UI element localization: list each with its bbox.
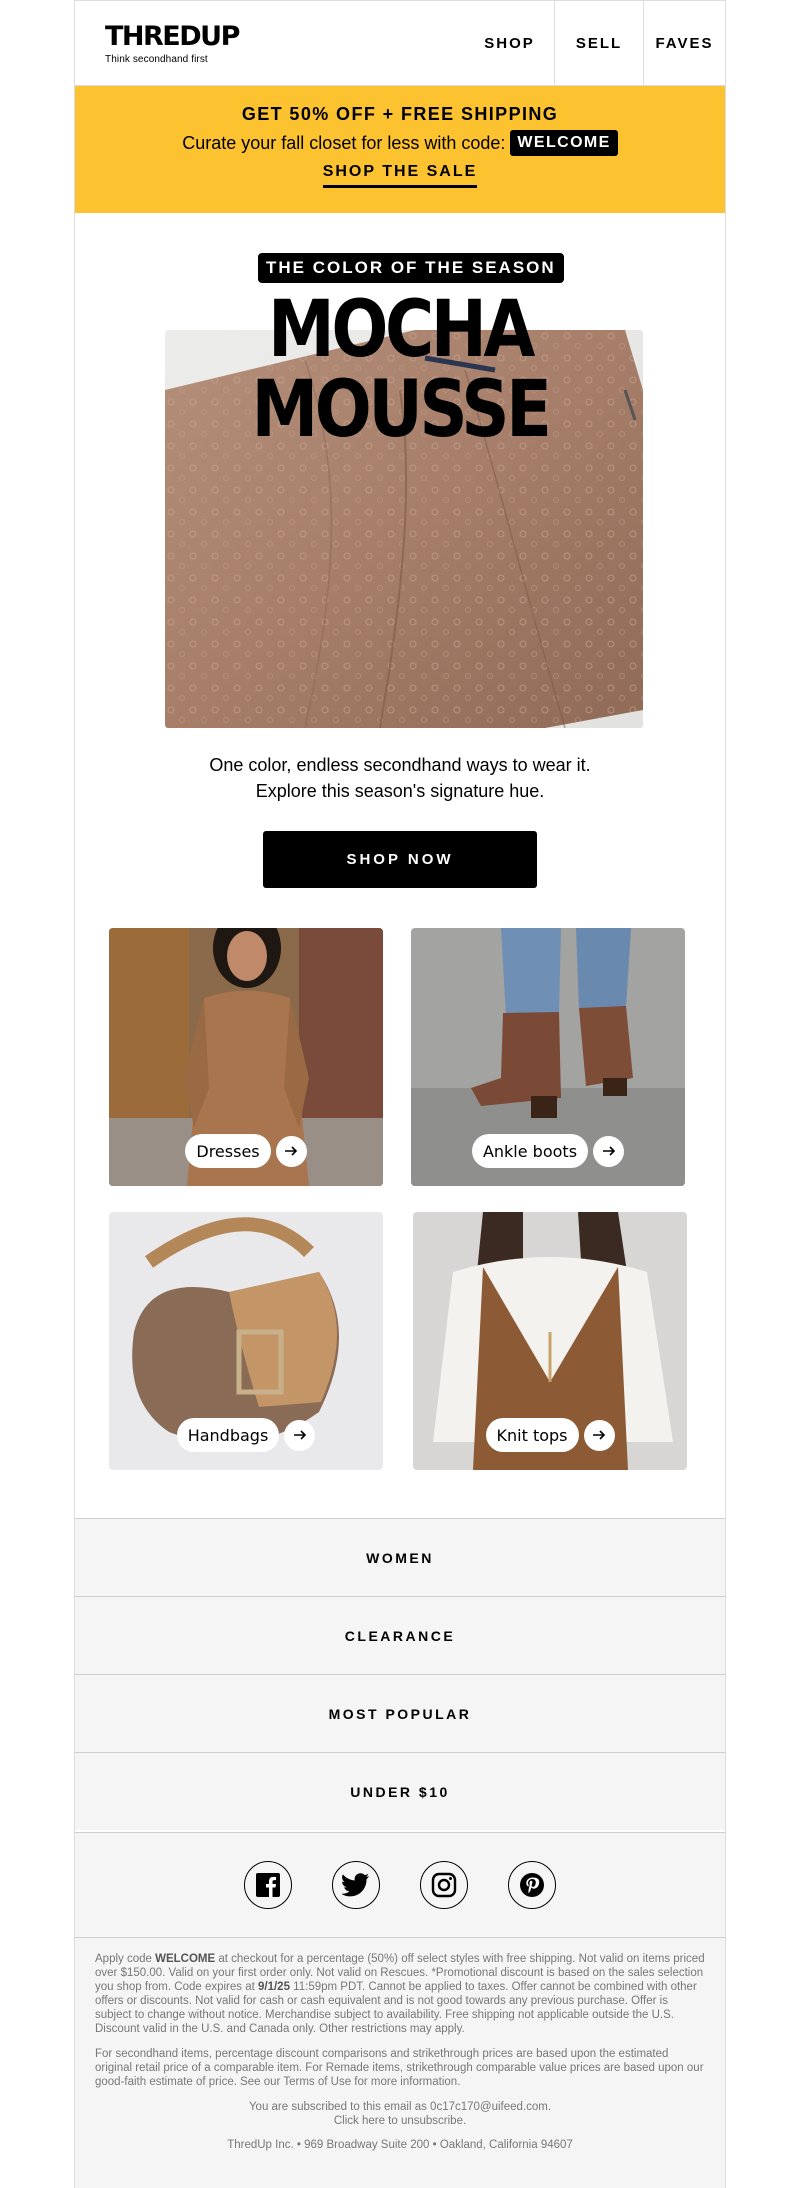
promo-headline: GET 50% OFF + FREE SHIPPING [241, 104, 559, 124]
terms-code: WELCOME [155, 1953, 216, 1965]
social-links [75, 1832, 725, 1938]
nav-faves-link[interactable]: FAVES [643, 1, 725, 85]
category-link-women[interactable]: WOMEN [75, 1518, 725, 1596]
tile-dresses-label: Dresses [185, 1134, 271, 1168]
pinterest-icon[interactable] [508, 1861, 556, 1909]
arrow-right-icon[interactable] [284, 1419, 316, 1451]
logo-wordmark: THREDUP [105, 21, 240, 52]
pricing-terms: For secondhand items, percentage discoun… [95, 2048, 704, 2088]
thredup-logo[interactable]: THREDUP Think secondhand first [105, 21, 240, 66]
shop-now-button[interactable]: SHOP NOW [263, 831, 537, 888]
legal-footer: Apply code WELCOME at checkout for a per… [75, 1938, 725, 2188]
tile-handbags-chip: Handbags [109, 1418, 383, 1452]
category-link-most-popular[interactable]: MOST POPULAR [75, 1674, 725, 1752]
tile-ankle-boots[interactable]: Ankle boots [411, 928, 685, 1186]
tile-dresses-chip: Dresses [109, 1134, 383, 1168]
subscribed-email-text: You are subscribed to this email as 0c17… [248, 2101, 552, 2113]
company-address: ThredUp Inc. • 969 Broadway Suite 200 • … [227, 2139, 573, 2151]
terms-text-a: Apply code [95, 1953, 156, 1965]
category-link-under-10[interactable]: UNDER $10 [75, 1752, 725, 1830]
promo-terms: Apply code WELCOME at checkout for a per… [95, 1952, 705, 2036]
promo-subline-text: Curate your fall closet for less with co… [182, 133, 506, 153]
subscription-info: You are subscribed to this email as 0c17… [95, 2100, 705, 2128]
arrow-right-icon[interactable] [593, 1135, 625, 1167]
tile-knit-tops-chip: Knit tops [413, 1418, 687, 1452]
promo-code-badge: WELCOME [510, 130, 618, 156]
shop-the-sale-link[interactable]: SHOP THE SALE [322, 162, 478, 188]
tile-dresses[interactable]: Dresses [109, 928, 383, 1186]
nav-shop-link[interactable]: SHOP [465, 1, 554, 85]
logo-tagline: Think secondhand first [105, 54, 208, 65]
tile-handbags[interactable]: Handbags [109, 1212, 383, 1470]
tile-knit-tops-label: Knit tops [485, 1418, 579, 1452]
tile-knit-tops[interactable]: Knit tops [413, 1212, 687, 1470]
tile-ankle-boots-label: Ankle boots [471, 1134, 589, 1168]
category-links: WOMEN CLEARANCE MOST POPULAR UNDER $10 [75, 1518, 725, 1830]
unsubscribe-link[interactable]: Click here to unsubscribe. [95, 2114, 705, 2128]
promo-subline: Curate your fall closet for less with co… [75, 130, 725, 156]
tile-ankle-boots-chip: Ankle boots [411, 1134, 685, 1168]
promo-banner: GET 50% OFF + FREE SHIPPING Curate your … [75, 86, 725, 213]
arrow-right-icon[interactable] [275, 1135, 307, 1167]
arrow-right-icon[interactable] [583, 1419, 615, 1451]
terms-date: 9/1/25 [258, 1981, 290, 1993]
category-link-clearance[interactable]: CLEARANCE [75, 1596, 725, 1674]
hero-copy: One color, endless secondhand ways to we… [75, 752, 725, 804]
instagram-icon[interactable] [420, 1861, 468, 1909]
nav-sell-link[interactable]: SELL [554, 1, 643, 85]
twitter-icon[interactable] [332, 1861, 380, 1909]
hero-copy-line-2: Explore this season's signature hue. [255, 781, 545, 801]
season-eyebrow-badge: THE COLOR OF THE SEASON [258, 253, 564, 283]
facebook-icon[interactable] [244, 1861, 292, 1909]
hero-copy-line-1: One color, endless secondhand ways to we… [209, 755, 591, 775]
hero-title: MOCHA MOUSSE [251, 285, 551, 455]
email-header: THREDUP Think secondhand first SHOP SELL… [75, 0, 725, 86]
email-container: THREDUP Think secondhand first SHOP SELL… [74, 0, 726, 2188]
tile-handbags-label: Handbags [176, 1418, 280, 1452]
